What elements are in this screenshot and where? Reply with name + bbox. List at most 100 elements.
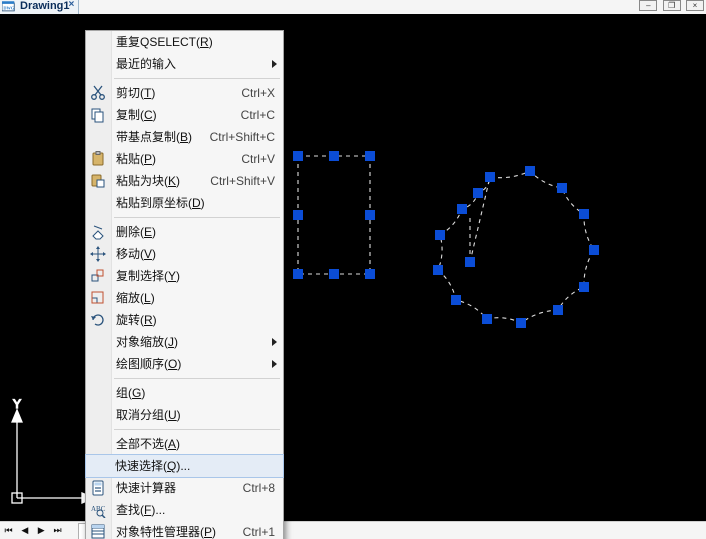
menu-item-qselect[interactable]: 快速选择(Q)... (85, 454, 284, 478)
menu-item-quickcalc[interactable]: 快速计算器 Ctrl+8 (86, 477, 283, 499)
menu-item-shortcut: Ctrl+C (241, 104, 275, 126)
copy-base-icon (90, 129, 106, 145)
document-tab[interactable]: DWG Drawing1 × (0, 0, 79, 14)
menu-item-label: 全部不选(A) (116, 437, 180, 451)
dwg-file-icon: DWG (2, 1, 16, 12)
menu-item-shortcut: Ctrl+X (241, 82, 275, 104)
menu-item-rotate[interactable]: 旋转(R) (86, 309, 283, 331)
menu-item-label: 快速选择(Q)... (115, 459, 190, 473)
shape-grip-2[interactable] (557, 183, 567, 193)
menu-item-scale[interactable]: 缩放(L) (86, 287, 283, 309)
menu-item-shortcut: Ctrl+Shift+C (210, 126, 275, 148)
obj-scale-icon (90, 334, 106, 350)
menu-item-copy-base[interactable]: 带基点复制(B) Ctrl+Shift+C (86, 126, 283, 148)
submenu-arrow-icon (272, 60, 277, 68)
menu-item-shortcut: Ctrl+V (241, 148, 275, 170)
repeat-icon (90, 34, 106, 50)
rect-grip-7[interactable] (293, 210, 303, 220)
shape-grip-12[interactable] (457, 204, 467, 214)
minimize-button[interactable]: – (639, 0, 657, 11)
close-button[interactable]: × (686, 0, 704, 11)
shape-grip-13[interactable] (473, 188, 483, 198)
prop-icon (90, 524, 106, 539)
menu-item-label: 查找(F)... (116, 503, 165, 517)
menu-item-erase[interactable]: 删除(E) (86, 221, 283, 243)
eraser-icon (90, 224, 106, 240)
menu-item-label: 最近的输入 (116, 57, 176, 71)
menu-item-cut[interactable]: 剪切(T) Ctrl+X (86, 82, 283, 104)
desel-all-icon (90, 436, 106, 452)
menu-item-label: 快速计算器 (116, 481, 176, 495)
menu-item-label: 移动(V) (116, 247, 156, 261)
menu-item-desel-all[interactable]: 全部不选(A) (86, 433, 283, 455)
document-tab-title: Drawing1 (20, 0, 70, 12)
menu-item-draw-order[interactable]: 绘图顺序(O) (86, 353, 283, 375)
rect-grip-0[interactable] (293, 151, 303, 161)
layout-prev-button[interactable]: ◀ (18, 523, 31, 537)
rect-grip-2[interactable] (365, 269, 375, 279)
rect-grip-5[interactable] (365, 210, 375, 220)
scale-icon (90, 290, 106, 306)
menu-item-paste[interactable]: 粘贴(P) Ctrl+V (86, 148, 283, 170)
shape-grip-7[interactable] (516, 318, 526, 328)
menu-item-paste-origin[interactable]: 粘贴到原坐标(D) (86, 192, 283, 214)
selected-polyline[interactable] (438, 171, 594, 323)
shape-center-grip[interactable] (465, 257, 475, 267)
submenu-arrow-icon (272, 338, 277, 346)
menu-item-label: 带基点复制(B) (116, 130, 192, 144)
menu-item-label: 复制选择(Y) (116, 269, 180, 283)
shape-grip-3[interactable] (579, 209, 589, 219)
layout-last-button[interactable]: ⏭ (51, 523, 64, 537)
menu-item-copy[interactable]: 复制(C) Ctrl+C (86, 104, 283, 126)
menu-item-move[interactable]: 移动(V) (86, 243, 283, 265)
menu-item-find[interactable]: ABC 查找(F)... (86, 499, 283, 521)
pasteb-icon (90, 173, 106, 189)
menu-separator (114, 78, 280, 79)
restore-button[interactable]: ❐ (663, 0, 681, 11)
menu-separator (114, 378, 280, 379)
shape-grip-4[interactable] (589, 245, 599, 255)
rect-grip-6[interactable] (329, 269, 339, 279)
menu-item-shortcut: Ctrl+8 (243, 477, 275, 499)
shape-grip-9[interactable] (451, 295, 461, 305)
menu-item-label: 旋转(R) (116, 313, 157, 327)
submenu-arrow-icon (272, 360, 277, 368)
svg-text:ABC: ABC (91, 505, 106, 513)
menu-item-label: 对象特性管理器(P) (116, 525, 216, 539)
menu-item-label: 剪切(T) (116, 86, 155, 100)
rect-grip-4[interactable] (329, 151, 339, 161)
menu-item-paste-block[interactable]: 粘贴为块(K)Ctrl+Shift+V (86, 170, 283, 192)
rect-grip-3[interactable] (293, 269, 303, 279)
shape-grip-10[interactable] (433, 265, 443, 275)
shape-grip-5[interactable] (579, 282, 589, 292)
shape-grip-8[interactable] (482, 314, 492, 324)
copy2-icon (90, 268, 106, 284)
menu-item-label: 复制(C) (116, 108, 157, 122)
copy-icon (90, 107, 106, 123)
cut-icon (90, 85, 106, 101)
menu-item-ungroup[interactable]: 取消分组(U) (86, 404, 283, 426)
selected-rectangle[interactable] (298, 156, 370, 274)
menu-item-label: 重复QSELECT(R) (116, 35, 213, 49)
menu-item-label: 对象缩放(J) (116, 335, 178, 349)
menu-item-obj-scale[interactable]: 对象缩放(J) (86, 331, 283, 353)
shape-grip-0[interactable] (485, 172, 495, 182)
group-icon (90, 385, 106, 401)
ungroup-icon (90, 407, 106, 423)
menu-item-shortcut: Ctrl+1 (243, 521, 275, 539)
menu-item-group[interactable]: 组(G) (86, 382, 283, 404)
menu-item-properties[interactable]: 对象特性管理器(P) Ctrl+1 (86, 521, 283, 539)
shape-grip-1[interactable] (525, 166, 535, 176)
shape-grip-6[interactable] (553, 305, 563, 315)
close-tab-icon[interactable]: × (69, 0, 81, 11)
menu-item-repeat[interactable]: 重复QSELECT(R) (86, 31, 283, 53)
menu-item-label: 删除(E) (116, 225, 156, 239)
menu-item-label: 粘贴(P) (116, 152, 156, 166)
layout-first-button[interactable]: ⏮ (2, 523, 15, 537)
layout-next-button[interactable]: ▶ (35, 523, 48, 537)
rect-grip-1[interactable] (365, 151, 375, 161)
menu-item-copysel[interactable]: 复制选择(Y) (86, 265, 283, 287)
menu-item-recent-input[interactable]: 最近的输入 (86, 53, 283, 75)
menu-item-shortcut: Ctrl+Shift+V (210, 170, 275, 192)
shape-grip-11[interactable] (435, 230, 445, 240)
